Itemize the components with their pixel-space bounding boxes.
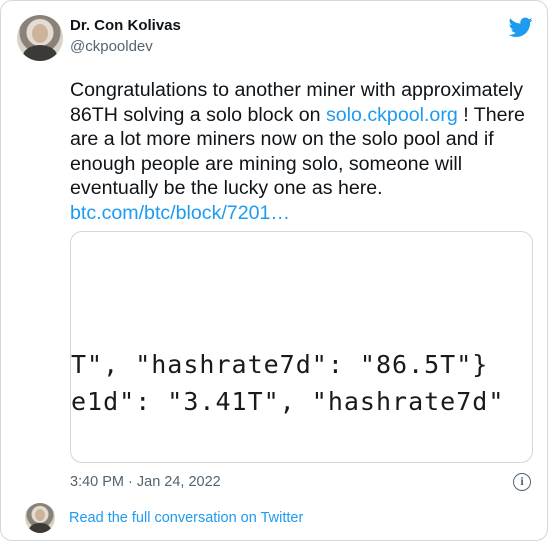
info-icon[interactable]: i <box>513 473 531 491</box>
author-handle[interactable]: @ckpooldev <box>70 38 153 55</box>
avatar-small-shoulders <box>29 523 51 533</box>
tweet-text: Congratulations to another miner with ap… <box>70 78 532 226</box>
twitter-bird-icon[interactable] <box>509 15 533 39</box>
avatar-shoulders <box>23 45 57 61</box>
tweet-card: Dr. Con Kolivas @ckpooldev Congratulatio… <box>0 0 548 541</box>
avatar-face <box>32 24 48 43</box>
media-code-line-2: e1d": "3.41T", "hashrate7d" <box>71 387 505 416</box>
footer-divider <box>1 501 547 502</box>
author-name[interactable]: Dr. Con Kolivas <box>70 17 181 34</box>
avatar-small-face <box>35 509 45 521</box>
media-code-line-1: T", "hashrate7d": "86.5T"} <box>71 350 489 379</box>
conversation-avatar <box>25 503 55 533</box>
solo-ckpool-link[interactable]: solo.ckpool.org <box>326 104 458 126</box>
btc-block-link[interactable]: btc.com/btc/block/7201… <box>70 202 290 224</box>
author-avatar[interactable] <box>17 15 63 61</box>
read-conversation-link[interactable]: Read the full conversation on Twitter <box>69 510 303 526</box>
tweet-media-image[interactable]: T", "hashrate7d": "86.5T"} e1d": "3.41T"… <box>70 231 533 463</box>
tweet-timestamp[interactable]: 3:40 PM · Jan 24, 2022 <box>70 474 221 490</box>
